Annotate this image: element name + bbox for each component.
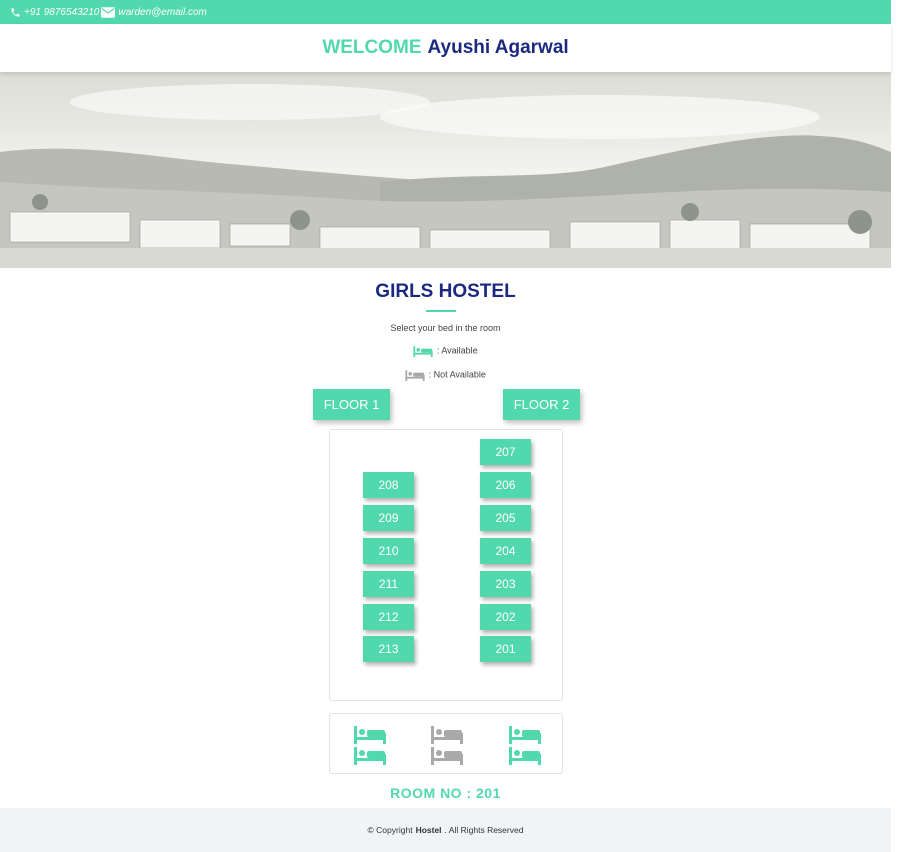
legend-available: : Available	[0, 345, 891, 357]
rights-text: . All Rights Reserved	[444, 825, 524, 835]
legend-not-available: : Not Available	[0, 369, 891, 381]
bed-icon-not-available[interactable]	[431, 724, 463, 744]
room-button-209[interactable]: 209	[363, 505, 414, 531]
room-button-205[interactable]: 205	[480, 505, 531, 531]
brand-name: Hostel	[415, 825, 442, 835]
page-title: GIRLS HOSTEL	[375, 281, 516, 302]
room-button-208[interactable]: 208	[363, 472, 414, 498]
bed-icon-available	[413, 346, 433, 357]
room-button-212[interactable]: 212	[363, 604, 414, 630]
campus-banner-image	[0, 72, 891, 268]
phone-number: +91 9876543210	[24, 6, 100, 18]
copyright-text: © Copyright	[367, 825, 413, 835]
legend-available-label: : Available	[436, 345, 478, 356]
bed-icon-not-available	[405, 370, 425, 381]
room-selection-panel: 207 208 206 209 205 210 204 211 203 212 …	[329, 429, 563, 701]
bed-icon-available[interactable]	[509, 724, 541, 744]
room-button-210[interactable]: 210	[363, 538, 414, 564]
room-button-206[interactable]: 206	[480, 472, 531, 498]
welcome-header: WELCOME Ayushi Agarwal	[0, 24, 891, 72]
room-button-201[interactable]: 201	[480, 636, 531, 662]
room-button-203[interactable]: 203	[480, 571, 531, 597]
legend-not-available-label: : Not Available	[428, 369, 486, 380]
room-button-204[interactable]: 204	[480, 538, 531, 564]
floor-1-button[interactable]: FLOOR 1	[313, 389, 390, 420]
bed-selection-panel	[329, 713, 563, 774]
room-button-213[interactable]: 213	[363, 636, 414, 662]
title-divider	[426, 310, 456, 312]
welcome-label: WELCOME	[322, 37, 422, 58]
selected-room-label: ROOM NO : 201	[390, 785, 501, 801]
bed-icon-not-available[interactable]	[431, 745, 463, 765]
room-button-207[interactable]: 207	[480, 439, 531, 465]
envelope-icon	[101, 6, 116, 18]
bed-icon-available[interactable]	[354, 745, 386, 765]
room-button-202[interactable]: 202	[480, 604, 531, 630]
floor-2-button[interactable]: FLOOR 2	[503, 389, 580, 420]
user-name: Ayushi Agarwal	[427, 37, 569, 58]
contact-bar: +91 9876543210 warden@email.com	[0, 0, 891, 24]
bed-icon-available[interactable]	[509, 745, 541, 765]
phone-icon	[11, 7, 20, 17]
room-button-211[interactable]: 211	[363, 571, 414, 597]
bed-icon-available[interactable]	[354, 724, 386, 744]
footer: © Copyright Hostel . All Rights Reserved	[0, 808, 891, 852]
email-address: warden@email.com	[118, 6, 207, 18]
instruction-text: Select your bed in the room	[390, 323, 501, 333]
